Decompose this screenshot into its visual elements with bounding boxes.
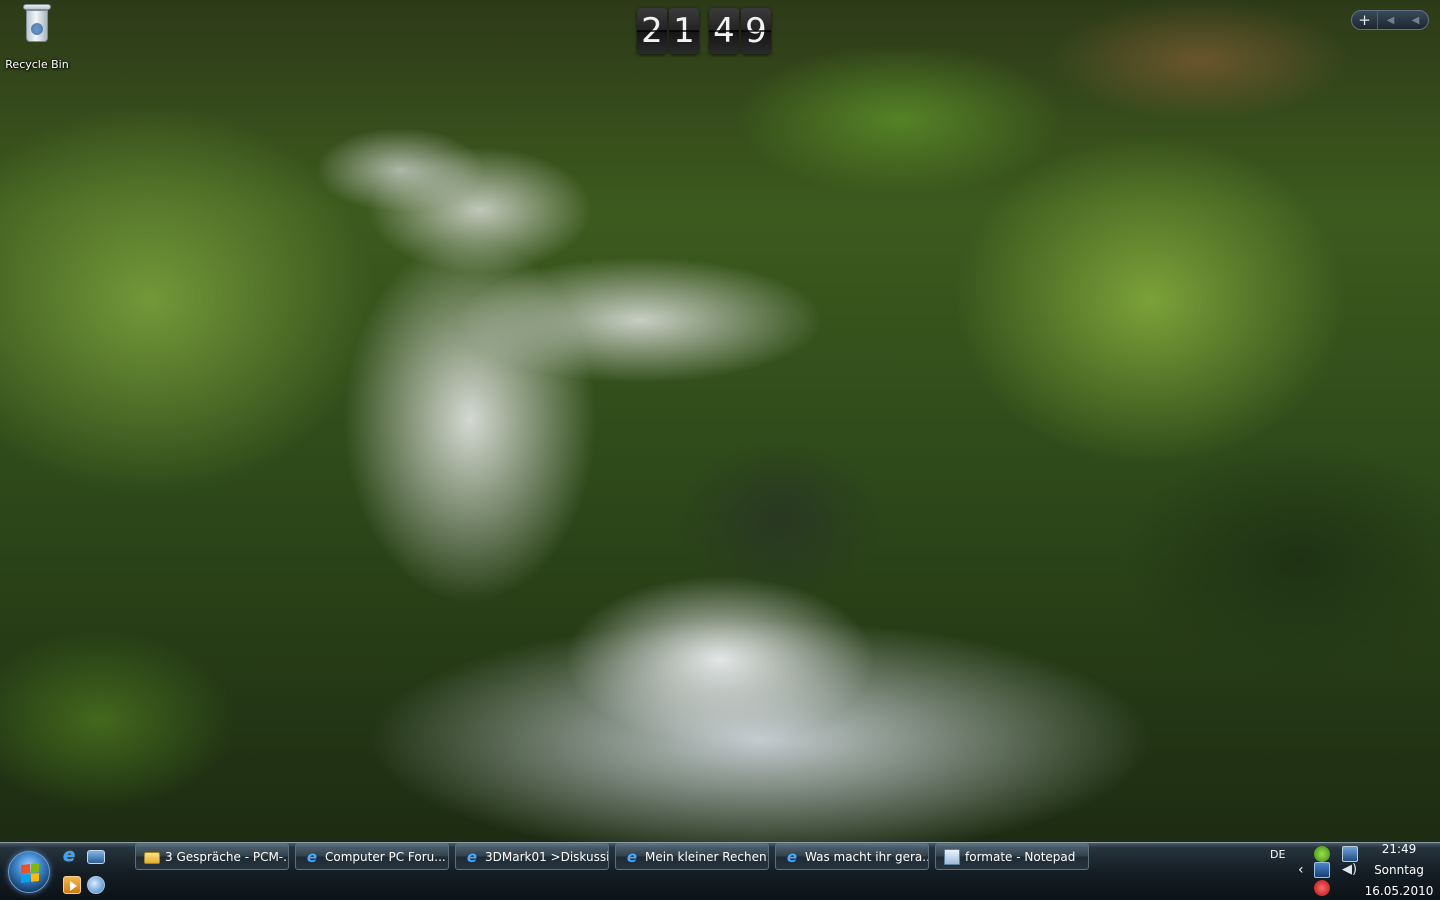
network-icon[interactable] — [1342, 846, 1358, 862]
taskbar-button-label: Was macht ihr gera... — [805, 849, 928, 864]
tray-app-icon[interactable] — [1314, 846, 1330, 862]
desktop-icon-recycle-bin[interactable]: Recycle Bin — [4, 2, 70, 71]
desktop-icon-label: Recycle Bin — [5, 58, 69, 71]
show-hidden-icons-icon[interactable]: ‹ — [1298, 862, 1314, 878]
taskbar-button-label: 3 Gespräche - PCM-... — [165, 849, 288, 864]
taskbar-button-3dmark01[interactable]: e 3DMark01 >Diskussi... — [455, 843, 609, 870]
show-desktop-icon[interactable] — [87, 850, 105, 864]
clock-digit-hour-ones: 1 — [669, 8, 699, 54]
media-player-icon[interactable] — [63, 876, 81, 894]
previous-gadget-page-button[interactable]: ◀ — [1387, 15, 1395, 26]
taskbar-button-label: 3DMark01 >Diskussi... — [485, 849, 608, 864]
taskbar-button-computer-pc-forum[interactable]: e Computer PC Foru... — [295, 843, 449, 870]
desktop-wallpaper — [0, 0, 1440, 842]
taskbar-button-label: Computer PC Foru... — [325, 849, 446, 864]
taskbar-button-formate-notepad[interactable]: formate - Notepad — [935, 843, 1089, 870]
taskbar-button-label: formate - Notepad — [965, 849, 1076, 864]
windows-logo-icon — [21, 863, 39, 883]
taskbar-button-label: Mein kleiner Rechen... — [645, 849, 768, 864]
recycle-bin-icon — [21, 2, 53, 44]
internet-explorer-icon: e — [466, 847, 478, 866]
volume-icon[interactable]: ◀) — [1342, 862, 1358, 878]
taskbar-button-was-macht-ihr[interactable]: e Was macht ihr gera... — [775, 843, 929, 870]
clock-digit-minute-tens: 4 — [709, 8, 739, 54]
language-indicator[interactable]: DE — [1270, 848, 1285, 861]
internet-explorer-icon[interactable]: e — [63, 847, 81, 865]
tray-alert-icon[interactable] — [1314, 880, 1330, 896]
clock-digit-hour-tens: 2 — [637, 8, 667, 54]
internet-explorer-icon: e — [626, 847, 638, 866]
taskbar-button-gespraeche[interactable]: 3 Gespräche - PCM-... — [135, 843, 289, 870]
internet-explorer-icon: e — [306, 847, 318, 866]
clock-digit-minute-ones: 9 — [741, 8, 771, 54]
taskbar-button-mein-kleiner-rechen[interactable]: e Mein kleiner Rechen... — [615, 843, 769, 870]
start-button[interactable] — [8, 851, 50, 893]
notepad-icon — [944, 848, 960, 865]
add-gadget-button[interactable]: + — [1352, 11, 1378, 29]
tray-security-icon[interactable] — [1314, 862, 1330, 878]
next-gadget-page-button[interactable]: ◀ — [1412, 15, 1420, 26]
clock-day: Sonntag — [1374, 863, 1424, 877]
internet-explorer-icon: e — [786, 847, 798, 866]
clock-time: 21:49 — [1381, 842, 1417, 856]
sidebar-gadget-control: + ◀ ◀ — [1351, 10, 1429, 30]
switch-windows-icon[interactable] — [87, 876, 105, 894]
flip-clock-gadget[interactable]: 2 1 4 9 — [637, 8, 771, 54]
folder-chat-icon — [144, 851, 160, 864]
clock-date: 16.05.2010 — [1364, 884, 1434, 898]
